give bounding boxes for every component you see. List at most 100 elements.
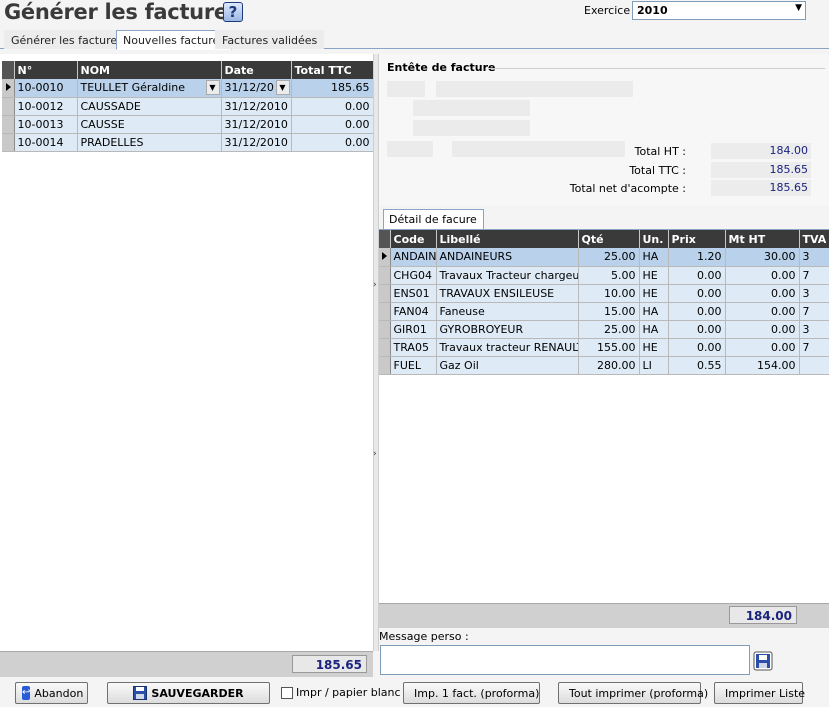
cell-num: 10-0013 xyxy=(14,115,78,134)
blank-paper-option[interactable]: Impr / papier blanc xyxy=(281,686,401,699)
detail-grid: Code Libellé Qté Un. Prix Mt HT TVA ANDA… xyxy=(379,230,829,603)
col-tva[interactable]: TVA xyxy=(799,230,829,248)
col-prix[interactable]: Prix xyxy=(668,230,726,248)
exercice-label: Exercice xyxy=(584,4,631,17)
exercice-select[interactable]: 2010 ▼ xyxy=(632,1,806,20)
cell-code: GIR01 xyxy=(390,320,437,339)
print-one-button[interactable]: Imp. 1 fact. (proforma) xyxy=(403,682,540,704)
floppy-disk-icon xyxy=(753,651,773,671)
table-row[interactable]: ANDAIN ANDAINEURS 25.00 HA 1.20 30.00 3 xyxy=(379,248,829,267)
cell-libelle: TRAVAUX ENSILEUSE xyxy=(436,284,579,303)
floppy-disk-icon xyxy=(133,686,148,700)
cell-nom: PRADELLES xyxy=(77,133,222,152)
save-message-button[interactable] xyxy=(753,651,773,671)
table-row[interactable]: FUEL Gaz Oil 280.00 LI 0.55 154.00 xyxy=(379,356,829,375)
table-row[interactable]: FAN04 Faneuse 15.00 HA 0.00 0.00 7 xyxy=(379,302,829,321)
grid-menu-icon[interactable] xyxy=(2,61,15,79)
cell-un: HA xyxy=(639,320,669,339)
exercice-value: 2010 xyxy=(637,4,668,17)
cell-mt-ht: 30.00 xyxy=(725,248,800,267)
address-line-2-field[interactable] xyxy=(413,120,530,136)
cell-total: 0.00 xyxy=(291,97,374,116)
abandon-button[interactable]: ↩ Abandon xyxy=(15,682,88,704)
chevron-down-icon[interactable]: ▼ xyxy=(205,80,220,95)
chevron-right-icon[interactable]: › xyxy=(373,449,377,459)
row-indicator xyxy=(379,302,391,321)
table-row[interactable]: 10-0010 TEULLET Géraldine ▼ 31/12/20 ▼ 185… xyxy=(2,79,374,98)
cell-total: 0.00 xyxy=(291,115,374,134)
entete-title: Entête de facture xyxy=(387,61,496,74)
table-row[interactable]: TRA05 Travaux tracteur RENAULT 155.00 HE… xyxy=(379,338,829,357)
current-row-icon xyxy=(6,83,11,92)
cell-code: ANDAIN xyxy=(390,248,437,267)
back-arrow-icon: ↩ xyxy=(22,686,31,700)
invoice-footer-total: 185.65 xyxy=(292,655,367,673)
table-row[interactable]: CHG04 Travaux Tracteur chargeur 5.00 HE … xyxy=(379,266,829,285)
col-un[interactable]: Un. xyxy=(639,230,669,248)
row-indicator xyxy=(379,248,391,267)
cell-mt-ht: 0.00 xyxy=(725,338,800,357)
cell-un: HA xyxy=(639,302,669,321)
cell-un: HE xyxy=(639,266,669,285)
row-indicator xyxy=(2,115,15,134)
cell-libelle: Travaux Tracteur chargeur xyxy=(436,266,579,285)
blank-paper-checkbox[interactable] xyxy=(281,686,293,699)
row-indicator xyxy=(379,356,391,375)
cell-nom-dropdown[interactable]: TEULLET Géraldine ▼ xyxy=(77,79,222,98)
cell-code: TRA05 xyxy=(390,338,437,357)
cell-qte: 25.00 xyxy=(578,248,640,267)
table-row[interactable]: 10-0014 PRADELLES 31/12/2010 0.00 xyxy=(2,133,374,152)
row-indicator xyxy=(2,97,15,116)
help-icon[interactable]: ? xyxy=(223,2,243,22)
print-all-button[interactable]: Tout imprimer (proforma) xyxy=(558,682,708,704)
detail-footer-total: 184.00 xyxy=(729,606,797,624)
blank-paper-label: Impr / papier blanc xyxy=(296,686,401,699)
col-mt-ht[interactable]: Mt HT xyxy=(725,230,800,248)
total-ht-label: Total HT : xyxy=(634,145,686,158)
tab-validees[interactable]: Factures validées xyxy=(215,30,325,49)
col-code[interactable]: Code xyxy=(390,230,437,248)
cell-nom: CAUSSE xyxy=(77,115,222,134)
tab-detail[interactable]: Détail de facure xyxy=(383,209,484,229)
table-row[interactable]: 10-0013 CAUSSE 31/12/2010 0.00 xyxy=(2,115,374,134)
cell-date: 31/12/2010 xyxy=(221,115,292,134)
cell-prix: 0.00 xyxy=(668,320,726,339)
tab-generer[interactable]: Générer les factures xyxy=(4,30,130,49)
print-list-label: Imprimer Liste xyxy=(725,686,806,700)
cell-num: 10-0012 xyxy=(14,97,78,116)
client-code-field[interactable] xyxy=(387,81,425,97)
col-total[interactable]: Total TTC xyxy=(291,61,374,79)
client-name-field[interactable] xyxy=(436,81,633,97)
cell-qte: 280.00 xyxy=(578,356,640,375)
cell-tva: 7 xyxy=(799,302,829,321)
col-date[interactable]: Date xyxy=(221,61,292,79)
message-label: Message perso : xyxy=(379,630,469,643)
cell-tva: 3 xyxy=(799,248,829,267)
cell-tva: 3 xyxy=(799,320,829,339)
total-net-value: 185.65 xyxy=(711,180,811,196)
cell-date-dropdown[interactable]: 31/12/20 ▼ xyxy=(221,79,292,98)
table-row[interactable]: GIR01 GYROBROYEUR 25.00 HA 0.00 0.00 3 xyxy=(379,320,829,339)
cell-tva: 7 xyxy=(799,338,829,357)
cell-total: 185.65 xyxy=(291,79,374,98)
address-line-1-field[interactable] xyxy=(413,100,530,116)
cell-mt-ht: 154.00 xyxy=(725,356,800,375)
chevron-down-icon[interactable]: ▼ xyxy=(275,80,290,95)
col-qte[interactable]: Qté xyxy=(578,230,640,248)
table-row[interactable]: 10-0012 CAUSSADE 31/12/2010 0.00 xyxy=(2,97,374,116)
grid-menu-icon[interactable] xyxy=(379,230,391,248)
save-button[interactable]: SAUVEGARDER xyxy=(107,682,270,704)
message-input[interactable] xyxy=(380,645,750,675)
postcode-field[interactable] xyxy=(387,141,433,157)
table-row[interactable]: ENS01 TRAVAUX ENSILEUSE 10.00 HE 0.00 0.… xyxy=(379,284,829,303)
col-nom[interactable]: NOM xyxy=(77,61,222,79)
abandon-label: Abandon xyxy=(34,686,84,700)
chevron-right-icon[interactable]: › xyxy=(373,280,377,290)
print-list-button[interactable]: Imprimer Liste xyxy=(714,682,806,704)
col-libelle[interactable]: Libellé xyxy=(436,230,579,248)
row-indicator xyxy=(379,284,391,303)
cell-libelle: ANDAINEURS xyxy=(436,248,579,267)
cell-date: 31/12/2010 xyxy=(221,133,292,152)
col-num[interactable]: N° xyxy=(14,61,78,79)
cell-mt-ht: 0.00 xyxy=(725,302,800,321)
